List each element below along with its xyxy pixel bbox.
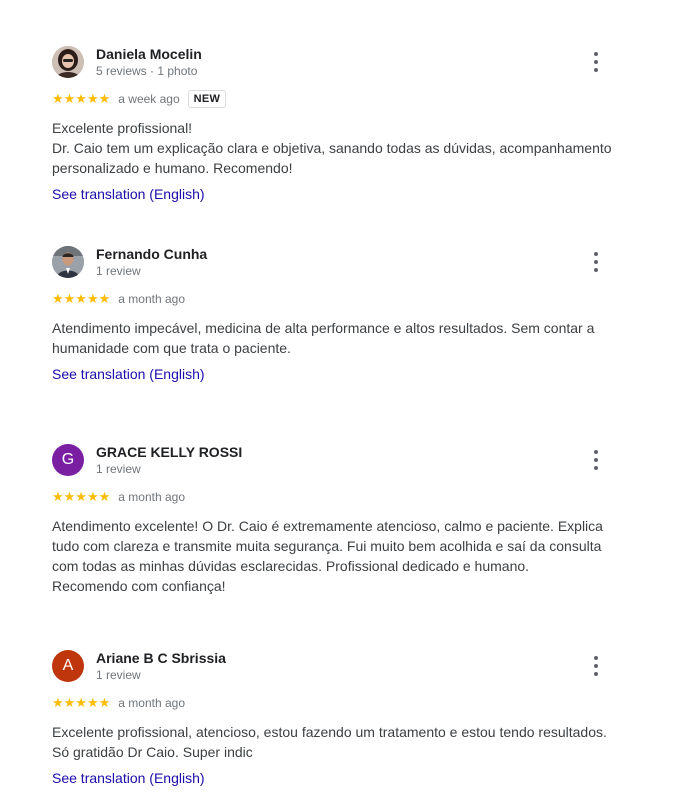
rating-row: ★★★★★ a month ago xyxy=(52,288,622,310)
star-rating: ★★★★★ xyxy=(52,91,111,107)
avatar[interactable] xyxy=(52,46,84,78)
review-card: G GRACE KELLY ROSSI 1 review ★★★★★ a mon… xyxy=(52,444,622,596)
reviewer-name[interactable]: Fernando Cunha xyxy=(96,246,207,262)
reviewer-meta: 1 review xyxy=(96,264,141,278)
more-options-icon[interactable] xyxy=(590,448,602,472)
see-translation-link[interactable]: See translation (English) xyxy=(52,770,205,786)
reviewer-name[interactable]: GRACE KELLY ROSSI xyxy=(96,444,242,460)
review-text: Excelente profissional! Dr. Caio tem um … xyxy=(52,120,612,176)
reviewer-meta: 5 reviews · 1 photo xyxy=(96,64,198,78)
review-card: A Ariane B C Sbrissia 1 review ★★★★★ a m… xyxy=(52,650,622,788)
star-rating: ★★★★★ xyxy=(52,489,111,505)
review-date: a month ago xyxy=(118,490,185,504)
avatar[interactable]: A xyxy=(52,650,84,682)
avatar-letter: G xyxy=(61,451,75,468)
star-rating: ★★★★★ xyxy=(52,291,111,307)
review-text: Atendimento impecável, medicina de alta … xyxy=(52,320,595,356)
avatar[interactable]: G xyxy=(52,444,84,476)
see-translation-link[interactable]: See translation (English) xyxy=(52,366,205,382)
review-header: A Ariane B C Sbrissia 1 review xyxy=(52,650,622,684)
profile-photo-woman-icon xyxy=(52,46,84,78)
more-options-icon[interactable] xyxy=(590,654,602,678)
review-card: Fernando Cunha 1 review ★★★★★ a month ag… xyxy=(52,246,622,384)
rating-row: ★★★★★ a month ago xyxy=(52,692,622,714)
avatar-letter: A xyxy=(62,657,74,674)
review-card: Daniela Mocelin 5 reviews · 1 photo ★★★★… xyxy=(52,46,622,204)
review-date: a week ago xyxy=(118,92,180,106)
reviewer-name[interactable]: Ariane B C Sbrissia xyxy=(96,650,226,666)
review-header: Fernando Cunha 1 review xyxy=(52,246,622,280)
more-options-icon[interactable] xyxy=(590,50,602,74)
avatar[interactable] xyxy=(52,246,84,278)
review-date: a month ago xyxy=(118,696,185,710)
star-rating: ★★★★★ xyxy=(52,695,111,711)
see-translation-link[interactable]: See translation (English) xyxy=(52,186,205,202)
review-text: Atendimento excelente! O Dr. Caio é extr… xyxy=(52,518,603,594)
review-header: G GRACE KELLY ROSSI 1 review xyxy=(52,444,622,478)
more-options-icon[interactable] xyxy=(590,250,602,274)
reviewer-meta: 1 review xyxy=(96,668,141,682)
review-text: Excelente profissional, atencioso, estou… xyxy=(52,724,607,760)
review-date: a month ago xyxy=(118,292,185,306)
new-badge: NEW xyxy=(187,90,227,108)
review-header: Daniela Mocelin 5 reviews · 1 photo xyxy=(52,46,622,80)
reviewer-meta: 1 review xyxy=(96,462,141,476)
rating-row: ★★★★★ a week ago NEW xyxy=(52,88,622,110)
reviewer-name[interactable]: Daniela Mocelin xyxy=(96,46,202,62)
rating-row: ★★★★★ a month ago xyxy=(52,486,622,508)
profile-photo-man-icon xyxy=(52,246,84,278)
